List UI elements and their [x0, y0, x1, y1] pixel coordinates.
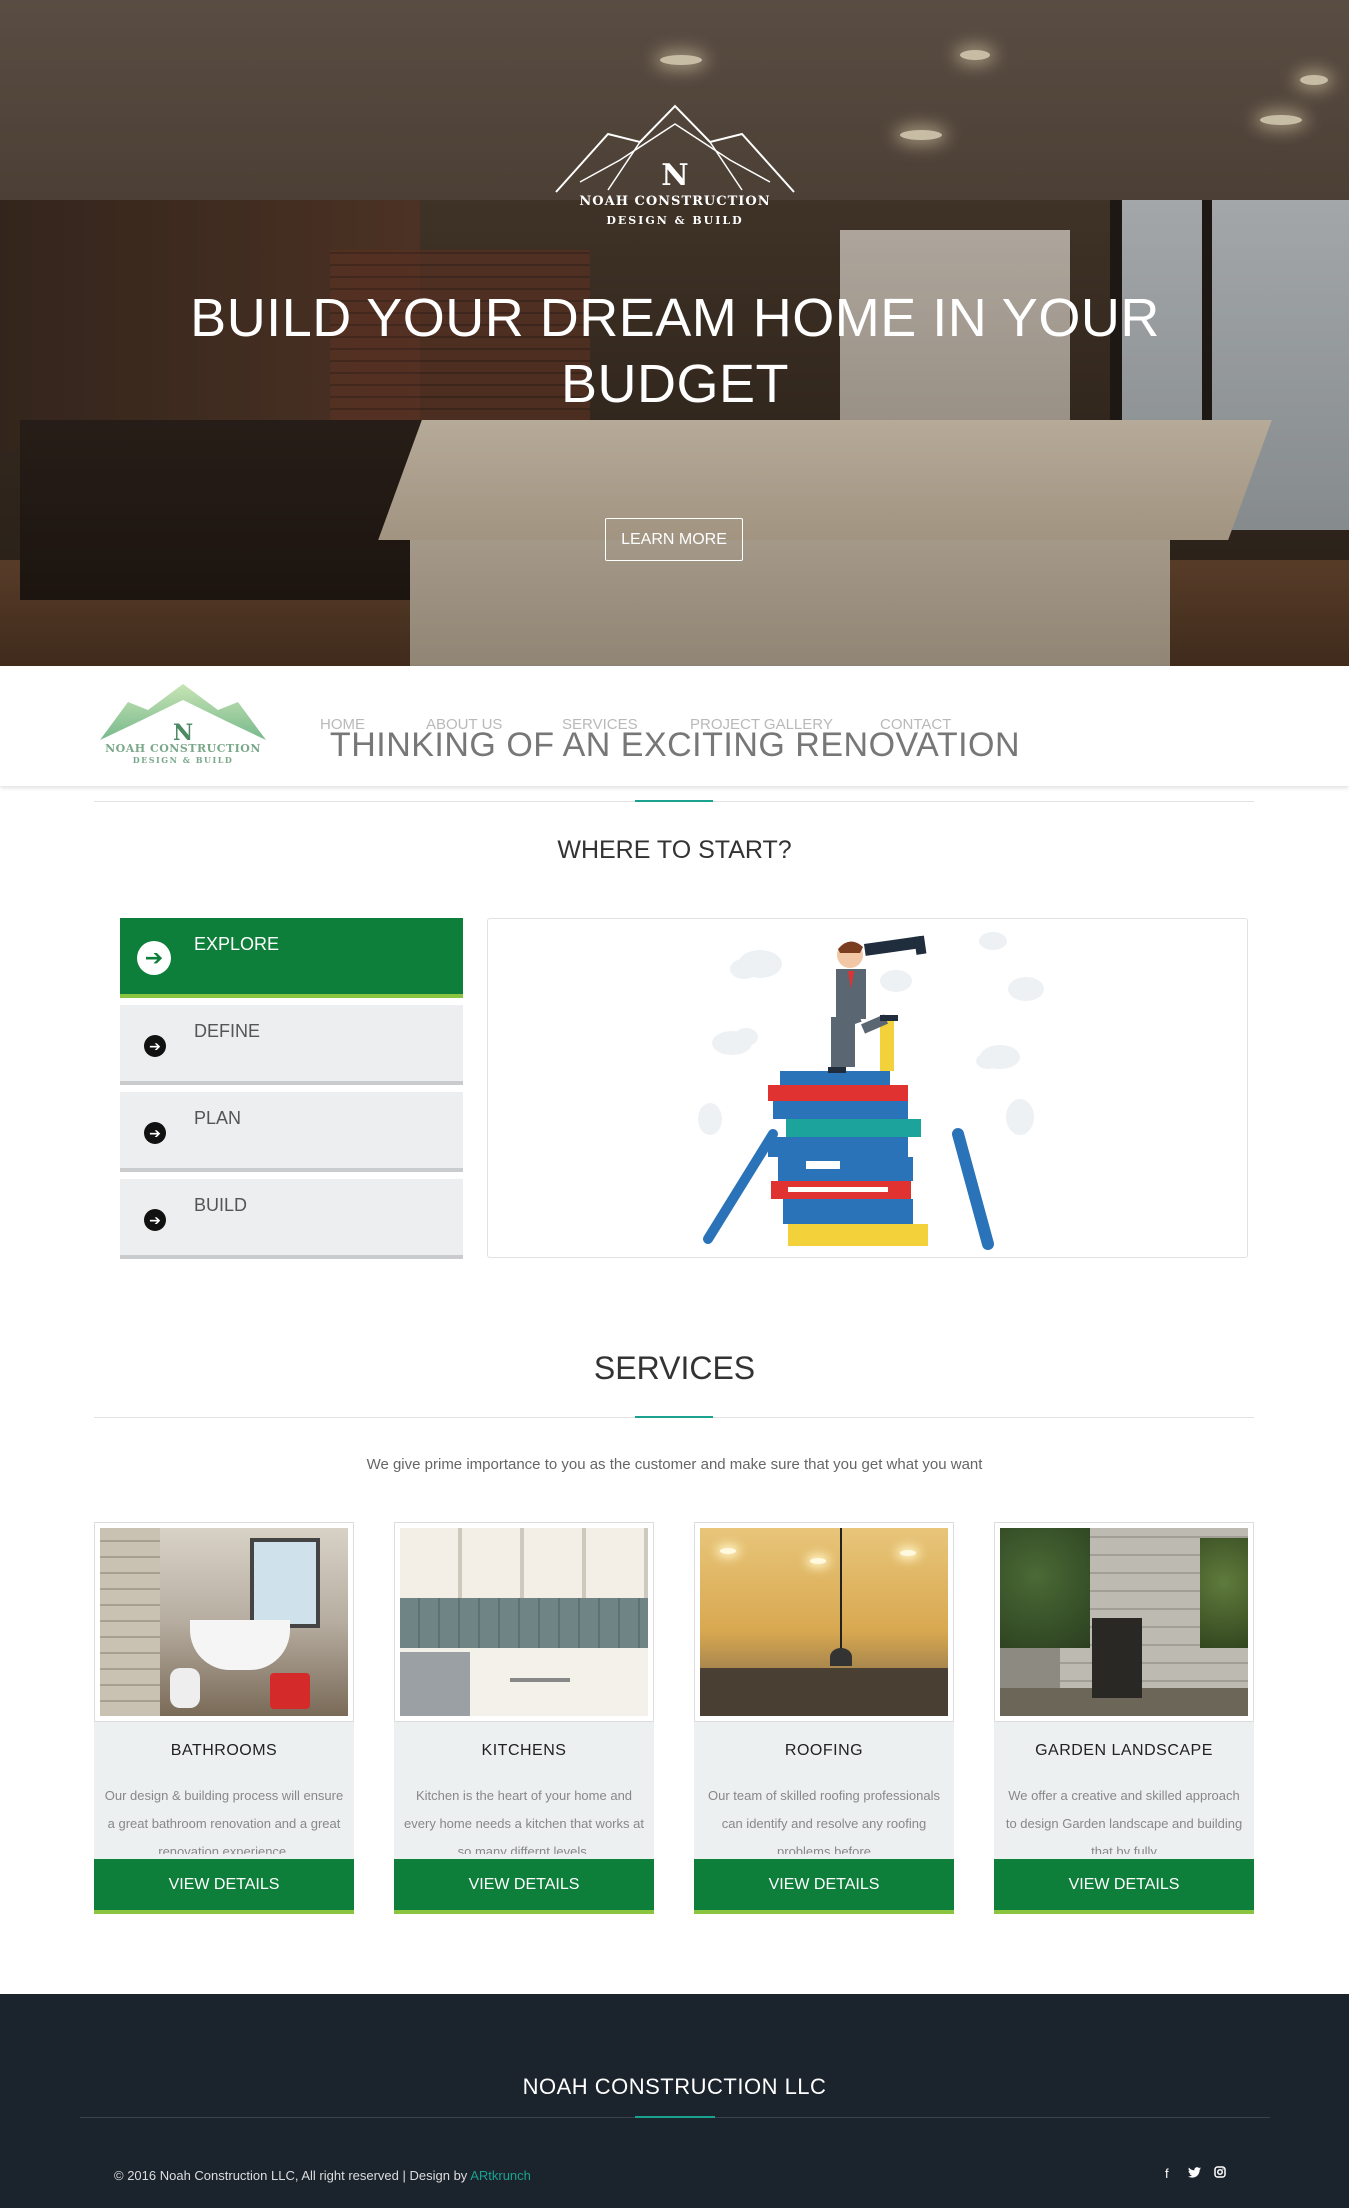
service-title: ROOFING	[784, 1742, 864, 1759]
service-title: KITCHENS	[481, 1742, 567, 1759]
roof-logo-icon: N	[555, 104, 795, 193]
main-navbar: N NOAH CONSTRUCTION DESIGN & BUILD HOME …	[0, 666, 1349, 786]
step-build[interactable]: ➔ BUILD	[120, 1179, 463, 1259]
services-title: SERVICES	[593, 1350, 756, 1386]
service-card-bathrooms: BATHROOMS Our design & building process …	[94, 1522, 354, 1914]
learn-more-button[interactable]: LEARN MORE	[605, 518, 743, 561]
service-card-kitchens: KITCHENS Kitchen is the heart of your ho…	[394, 1522, 654, 1914]
hero-title: BUILD YOUR DREAM HOME IN YOUR BUDGET	[190, 288, 1160, 414]
logo-brand-text: NOAH CONSTRUCTION	[579, 194, 771, 209]
step-explore[interactable]: ➔ EXPLORE	[120, 918, 463, 998]
service-card-garden-landscape: GARDEN LANDSCAPE We offer a creative and…	[994, 1522, 1254, 1914]
view-details-button[interactable]: VIEW DETAILS	[994, 1859, 1254, 1914]
where-to-start-title: WHERE TO START?	[557, 836, 792, 864]
service-description: Our design & building process will ensur…	[104, 1788, 344, 1854]
twitter-icon[interactable]	[1188, 2166, 1201, 2181]
step-label: BUILD	[194, 1195, 248, 1215]
service-image[interactable]	[94, 1522, 354, 1722]
arrow-right-circle-icon: ➔	[144, 1122, 166, 1144]
logo-brand-text: NOAH CONSTRUCTION	[105, 742, 261, 755]
services-lead-text: We give prime importance to you as the c…	[366, 1456, 983, 1473]
service-description: Kitchen is the heart of your home and ev…	[404, 1788, 644, 1854]
step-label: EXPLORE	[194, 934, 280, 954]
logo-sub-text: DESIGN & BUILD	[132, 755, 234, 765]
service-image[interactable]	[694, 1522, 954, 1722]
nav-logo[interactable]: N NOAH CONSTRUCTION DESIGN & BUILD	[98, 682, 268, 777]
explore-illustration-panel	[487, 918, 1248, 1258]
site-footer: NOAH CONSTRUCTION LLC © 2016 Noah Constr…	[0, 1994, 1349, 2208]
service-title: BATHROOMS	[170, 1742, 278, 1759]
roof-logo-icon: N	[100, 684, 266, 746]
step-define[interactable]: ➔ DEFINE	[120, 1005, 463, 1085]
service-card-roofing: ROOFING Our team of skilled roofing prof…	[694, 1522, 954, 1914]
view-details-button[interactable]: VIEW DETAILS	[94, 1859, 354, 1914]
renovation-heading: THINKING OF AN EXCITING RENOVATION	[329, 726, 1021, 764]
step-plan[interactable]: ➔ PLAN	[120, 1092, 463, 1172]
section-divider	[94, 1416, 1254, 1418]
section-divider	[94, 800, 1254, 802]
logo-letter: N	[173, 720, 193, 744]
hero-logo[interactable]: N NOAH CONSTRUCTION DESIGN & BUILD	[550, 100, 800, 240]
service-image[interactable]	[994, 1522, 1254, 1722]
arrow-right-circle-icon: ➔	[144, 1035, 166, 1057]
footer-company-name: NOAH CONSTRUCTION LLC	[522, 2074, 827, 2099]
copyright-text: © 2016 Noah Construction LLC, All right …	[114, 2168, 471, 2183]
step-label: DEFINE	[194, 1021, 261, 1041]
facebook-icon[interactable]: f	[1165, 2166, 1169, 2181]
footer-divider	[80, 2116, 1270, 2118]
step-label: PLAN	[194, 1108, 242, 1128]
explorer-on-books-illustration	[698, 932, 1044, 1250]
logo-sub-text: DESIGN & BUILD	[606, 214, 744, 227]
hero-banner: N NOAH CONSTRUCTION DESIGN & BUILD BUILD…	[0, 0, 1349, 666]
view-details-button[interactable]: VIEW DETAILS	[394, 1859, 654, 1914]
service-description: We offer a creative and skilled approach…	[1005, 1788, 1243, 1854]
designer-link[interactable]: ARtkrunch	[470, 2168, 531, 2183]
instagram-icon[interactable]	[1214, 2166, 1226, 2181]
footer-copyright: © 2016 Noah Construction LLC, All right …	[114, 2168, 531, 2183]
logo-letter: N	[661, 158, 688, 193]
arrow-right-circle-icon: ➔	[137, 941, 171, 975]
arrow-right-circle-icon: ➔	[144, 1209, 166, 1231]
service-title: GARDEN LANDSCAPE	[1035, 1742, 1213, 1759]
service-description: Our team of skilled roofing professional…	[708, 1788, 940, 1854]
view-details-button[interactable]: VIEW DETAILS	[694, 1859, 954, 1914]
service-image[interactable]	[394, 1522, 654, 1722]
